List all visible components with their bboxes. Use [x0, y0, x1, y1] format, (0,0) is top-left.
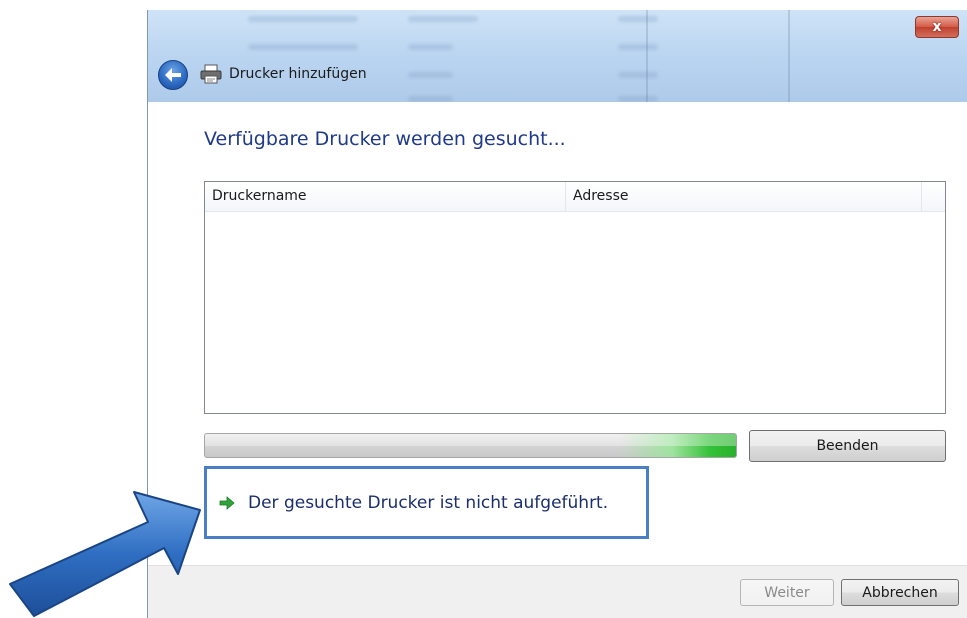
next-button[interactable]: Weiter: [740, 579, 834, 606]
page-heading: Verfügbare Drucker werden gesucht...: [204, 128, 566, 150]
printer-icon: [200, 64, 222, 84]
close-icon: x: [932, 19, 942, 35]
column-header-address[interactable]: Adresse: [566, 182, 922, 211]
printer-not-listed-label[interactable]: Der gesuchte Drucker ist nicht aufgeführ…: [248, 493, 608, 513]
screenshot-stage: x Drucker hinzufügen Verfügbare Drucker …: [0, 0, 967, 618]
window-chrome: x: [148, 10, 967, 102]
title-area: Drucker hinzufügen: [200, 62, 367, 86]
close-button[interactable]: x: [915, 16, 959, 38]
green-arrow-icon: [219, 496, 235, 510]
column-header-filler: [922, 182, 945, 211]
printer-not-listed-link[interactable]: Der gesuchte Drucker ist nicht aufgeführ…: [218, 493, 608, 513]
background-blur: [148, 10, 967, 102]
stop-button[interactable]: Beenden: [749, 430, 946, 462]
back-button[interactable]: [158, 60, 188, 90]
list-header: Druckername Adresse: [205, 182, 945, 212]
back-arrow-icon: [165, 68, 181, 82]
printer-list[interactable]: Druckername Adresse: [204, 181, 946, 414]
window-title: Drucker hinzufügen: [229, 66, 367, 82]
column-header-printer-name[interactable]: Druckername: [205, 182, 566, 211]
callout-arrow-icon: [9, 491, 201, 617]
cancel-button[interactable]: Abbrechen: [841, 579, 959, 606]
search-progress-bar: [204, 433, 737, 458]
progress-fill: [205, 434, 736, 457]
